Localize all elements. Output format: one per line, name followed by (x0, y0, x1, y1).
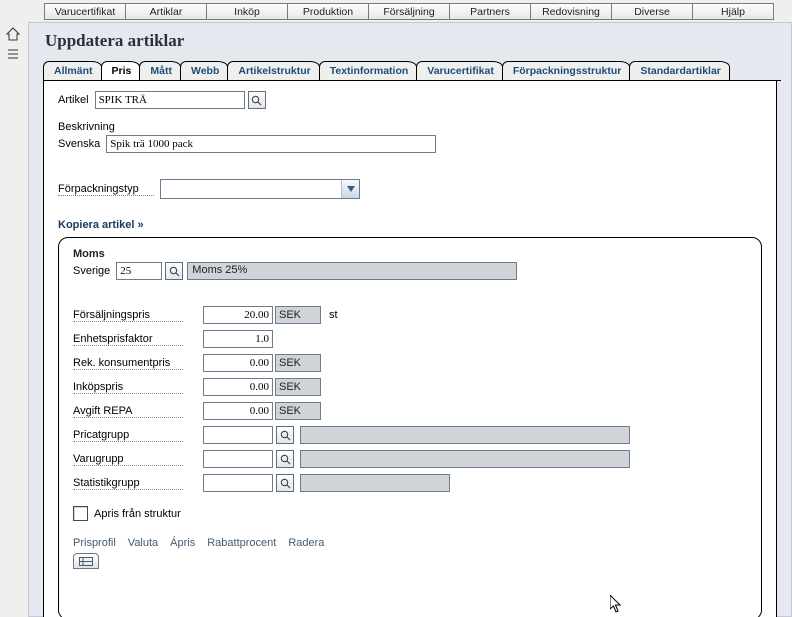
unit-factor-input[interactable] (203, 330, 273, 348)
main-menubar: Varucertifikat Artiklar Inköp Produktion… (0, 0, 792, 20)
purchase-price-input[interactable] (203, 378, 273, 396)
magnifier-icon (280, 430, 291, 441)
tab-allmant[interactable]: Allmänt (43, 61, 102, 80)
tab-body: Artikel Beskrivning Svenska Förpacknings… (43, 81, 777, 617)
home-icon[interactable] (5, 26, 21, 42)
menu-redovisning[interactable]: Redovisning (530, 3, 612, 20)
article-search-button[interactable] (248, 91, 266, 109)
menu-diverse[interactable]: Diverse (611, 3, 693, 20)
apris-from-structure-label: Apris från struktur (94, 508, 181, 520)
moms-rate-input[interactable] (116, 262, 162, 280)
menu-inkop[interactable]: Inköp (206, 3, 288, 20)
stat-group-label: Statistikgrupp (73, 477, 183, 490)
tab-standardartiklar[interactable]: Standardartiklar (629, 61, 730, 80)
varu-group-readonly (300, 450, 630, 468)
chevron-down-icon (341, 180, 359, 198)
apris-from-structure-checkbox[interactable] (73, 506, 88, 521)
purchase-price-currency: SEK (275, 378, 321, 396)
menu-produktion[interactable]: Produktion (287, 3, 369, 20)
magnifier-icon (251, 95, 262, 106)
stat-group-readonly (300, 474, 450, 492)
article-label: Artikel (58, 94, 89, 106)
unit-factor-label: Enhetsprisfaktor (73, 333, 183, 346)
pricat-group-input[interactable] (203, 426, 273, 444)
packaging-select[interactable] (160, 179, 360, 199)
tab-textinformation[interactable]: Textinformation (319, 61, 418, 80)
repa-fee-currency: SEK (275, 402, 321, 420)
price-profile-table-header: Prisprofil Valuta Ápris Rabattprocent Ra… (73, 537, 747, 549)
sales-price-label: Försäljningspris (73, 309, 183, 322)
rec-price-input[interactable] (203, 354, 273, 372)
purchase-price-label: Inköpspris (73, 381, 183, 394)
tab-matt[interactable]: Mått (139, 61, 181, 80)
varu-search-button[interactable] (276, 450, 294, 468)
moms-country-label: Sverige (73, 265, 110, 277)
menu-partners[interactable]: Partners (449, 3, 531, 20)
insert-row-icon (79, 557, 93, 566)
sales-price-unit: st (329, 309, 338, 321)
pricat-group-readonly (300, 426, 630, 444)
menu-forsaljning[interactable]: Försäljning (368, 3, 450, 20)
sales-price-currency: SEK (275, 306, 321, 324)
col-apris[interactable]: Ápris (170, 537, 195, 549)
menu-varucertifikat[interactable]: Varucertifikat (44, 3, 126, 20)
description-heading: Beskrivning (58, 121, 762, 133)
tab-webb[interactable]: Webb (180, 61, 228, 80)
tab-varucertifikat[interactable]: Varucertifikat (416, 61, 503, 80)
tab-forpackningsstruktur[interactable]: Förpackningsstruktur (502, 61, 631, 80)
list-icon[interactable] (5, 46, 21, 62)
moms-heading: Moms (73, 248, 747, 260)
tab-pris[interactable]: Pris (101, 61, 141, 80)
article-input[interactable] (95, 91, 245, 109)
add-row-button[interactable] (73, 553, 99, 569)
sales-price-input[interactable] (203, 306, 273, 324)
packaging-label: Förpackningstyp (58, 183, 154, 196)
col-radera[interactable]: Radera (288, 537, 324, 549)
rec-price-label: Rek. konsumentpris (73, 357, 183, 370)
magnifier-icon (280, 454, 291, 465)
moms-desc-readonly: Moms 25% (187, 262, 517, 280)
page-title: Uppdatera artiklar (45, 31, 781, 51)
col-valuta[interactable]: Valuta (128, 537, 158, 549)
menu-hjalp[interactable]: Hjälp (692, 3, 774, 20)
repa-fee-label: Avgift REPA (73, 405, 183, 418)
magnifier-icon (280, 478, 291, 489)
content-pane: Uppdatera artiklar Allmänt Pris Mått Web… (28, 22, 792, 617)
col-rabattprocent[interactable]: Rabattprocent (207, 537, 276, 549)
varu-group-input[interactable] (203, 450, 273, 468)
repa-fee-input[interactable] (203, 402, 273, 420)
pricat-search-button[interactable] (276, 426, 294, 444)
magnifier-icon (169, 266, 180, 277)
col-prisprofil[interactable]: Prisprofil (73, 537, 116, 549)
tab-artikelstruktur[interactable]: Artikelstruktur (227, 61, 319, 80)
moms-group: Moms Sverige Moms 25% Försäljningspris S… (58, 237, 762, 617)
left-icon-rail (0, 22, 28, 617)
stat-group-input[interactable] (203, 474, 273, 492)
pricat-group-label: Pricatgrupp (73, 429, 183, 442)
description-lang-label: Svenska (58, 138, 100, 150)
article-row: Artikel (58, 91, 762, 109)
varu-group-label: Varugrupp (73, 453, 183, 466)
stat-search-button[interactable] (276, 474, 294, 492)
rec-price-currency: SEK (275, 354, 321, 372)
copy-article-link[interactable]: Kopiera artikel » (58, 219, 144, 231)
menu-artiklar[interactable]: Artiklar (125, 3, 207, 20)
description-input[interactable] (106, 135, 436, 153)
tab-strip: Allmänt Pris Mått Webb Artikelstruktur T… (43, 61, 781, 81)
moms-search-button[interactable] (165, 262, 183, 280)
